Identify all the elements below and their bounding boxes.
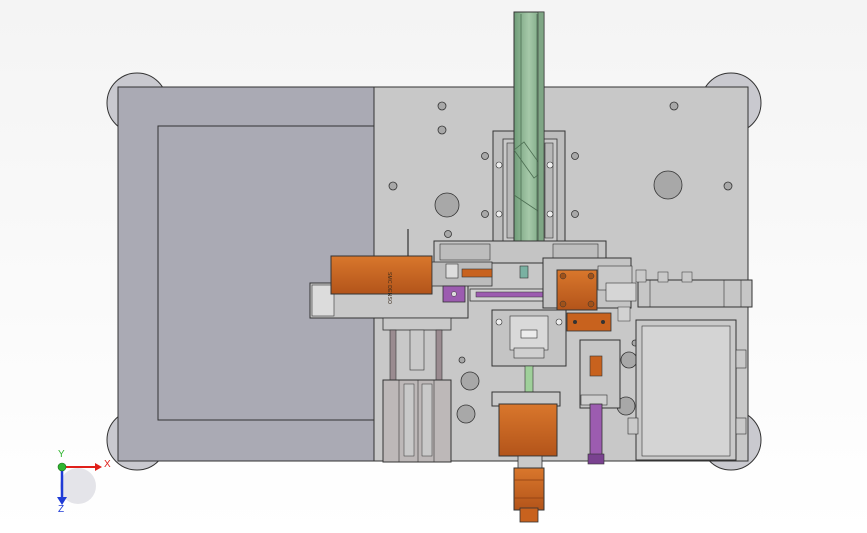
cad-viewport[interactable]: SMC DENSO X Y Z — [0, 0, 867, 533]
feed-rail — [513, 11, 545, 259]
assembly-drawing — [57, 11, 762, 523]
lift-actuator — [382, 317, 452, 463]
control-box — [627, 319, 747, 461]
axis-z-label: Z — [58, 504, 65, 515]
coordinate-triad — [57, 462, 102, 505]
cylinder-label: SMC DENSO — [386, 272, 392, 305]
axis-x-label: X — [104, 459, 111, 470]
axis-y-label: Y — [58, 449, 65, 460]
